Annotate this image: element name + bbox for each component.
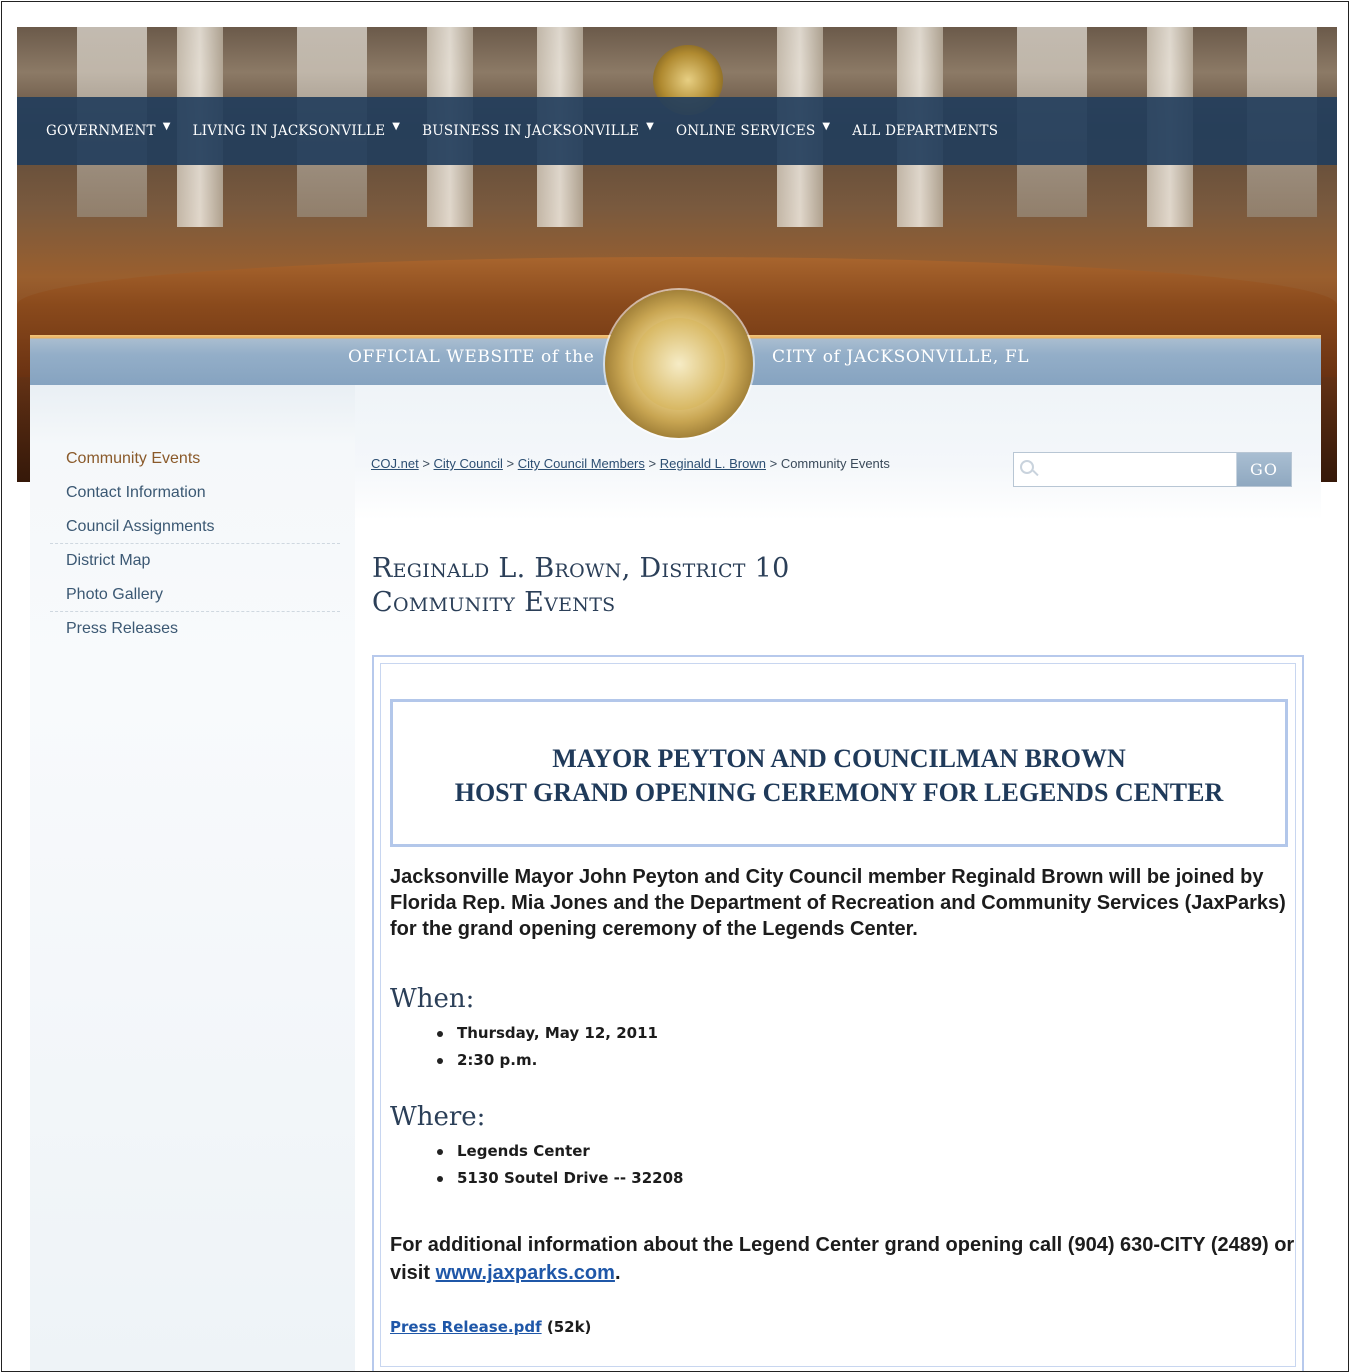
page-title: Reginald L. Brown, District 10 Community… xyxy=(372,552,790,620)
nav-government[interactable]: GOVERNMENT ▼ xyxy=(46,120,171,140)
nav-living[interactable]: LIVING IN JACKSONVILLE ▼ xyxy=(192,120,401,140)
article-intro: Jacksonville Mayor John Peyton and City … xyxy=(390,866,1286,940)
when-heading: When: xyxy=(390,984,475,1014)
headline-line1: MAYOR PEYTON AND COUNCILMAN BROWN xyxy=(552,744,1126,773)
banner-right-text: CITY of JACKSONVILLE, FL xyxy=(772,347,1030,367)
headline-box: MAYOR PEYTON AND COUNCILMAN BROWN HOST G… xyxy=(390,699,1288,847)
search-input[interactable] xyxy=(1040,457,1230,482)
press-release-download: Press Release.pdf (52k) xyxy=(390,1318,591,1336)
search-box: GO xyxy=(1013,452,1292,487)
headline-line2: HOST GRAND OPENING CEREMONY FOR LEGENDS … xyxy=(454,778,1224,807)
nav-label: LIVING IN JACKSONVILLE xyxy=(192,123,386,139)
caret-down-icon: ▼ xyxy=(646,120,654,132)
list-item: 5130 Soutel Drive -- 32208 xyxy=(437,1165,684,1192)
sidebar-item-district-map[interactable]: District Map xyxy=(50,544,340,578)
caret-down-icon: ▼ xyxy=(822,120,831,132)
nav-label: ALL DEPARTMENTS xyxy=(852,123,999,139)
breadcrumb-link[interactable]: COJ.net xyxy=(371,456,419,471)
browser-page: GOVERNMENT ▼ LIVING IN JACKSONVILLE ▼ BU… xyxy=(1,1,1349,1372)
nav-all-departments[interactable]: ALL DEPARTMENTS xyxy=(852,123,998,139)
sidebar-item-contact-information[interactable]: Contact Information xyxy=(50,476,340,510)
where-heading: Where: xyxy=(390,1102,486,1132)
nav-label: BUSINESS IN JACKSONVILLE xyxy=(422,123,640,139)
list-item: 2:30 p.m. xyxy=(437,1047,658,1074)
breadcrumb-separator: > xyxy=(422,456,430,471)
main-nav: GOVERNMENT ▼ LIVING IN JACKSONVILLE ▼ BU… xyxy=(17,97,1337,165)
breadcrumb-link[interactable]: City Council xyxy=(434,456,503,471)
jaxparks-link[interactable]: www.jaxparks.com xyxy=(436,1262,615,1284)
breadcrumb: COJ.net > City Council > City Council Me… xyxy=(371,456,890,471)
sidebar: Community Events Contact Information Cou… xyxy=(30,385,355,1371)
sidebar-item-photo-gallery[interactable]: Photo Gallery xyxy=(50,578,340,612)
when-list: Thursday, May 12, 2011 2:30 p.m. xyxy=(437,1020,658,1074)
main-content: COJ.net > City Council > City Council Me… xyxy=(355,385,1321,1371)
search-icon xyxy=(1020,460,1034,474)
breadcrumb-link[interactable]: Reginald L. Brown xyxy=(660,456,766,471)
banner-left-text: OFFICIAL WEBSITE of the xyxy=(348,347,595,367)
search-field xyxy=(1014,453,1236,486)
more-info: For additional information about the Leg… xyxy=(390,1231,1295,1287)
article-box: MAYOR PEYTON AND COUNCILMAN BROWN HOST G… xyxy=(372,655,1304,1371)
where-list: Legends Center 5130 Soutel Drive -- 3220… xyxy=(437,1138,684,1192)
page-title-line2: Community Events xyxy=(372,587,616,618)
nav-label: ONLINE SERVICES xyxy=(675,123,816,139)
page-title-line1: Reginald L. Brown, District 10 xyxy=(372,553,790,584)
breadcrumb-separator: > xyxy=(506,456,515,471)
sidebar-item-community-events[interactable]: Community Events xyxy=(50,442,340,476)
list-item: Legends Center xyxy=(437,1138,684,1165)
search-go-button[interactable]: GO xyxy=(1236,453,1291,486)
breadcrumb-separator: > xyxy=(648,456,657,471)
city-seal-icon xyxy=(605,290,753,438)
breadcrumb-current: Community Events xyxy=(780,456,890,471)
main-shell: OFFICIAL WEBSITE of the CITY of JACKSONV… xyxy=(30,290,1321,1371)
pdf-size: (52k) xyxy=(546,1318,592,1336)
nav-label: GOVERNMENT xyxy=(46,123,156,139)
nav-business[interactable]: BUSINESS IN JACKSONVILLE ▼ xyxy=(422,120,654,140)
sidebar-item-press-releases[interactable]: Press Releases xyxy=(50,612,340,646)
seal-center-icon xyxy=(633,318,725,410)
sidebar-item-council-assignments[interactable]: Council Assignments xyxy=(50,510,340,544)
sidebar-nav: Community Events Contact Information Cou… xyxy=(50,442,340,646)
article-inner: MAYOR PEYTON AND COUNCILMAN BROWN HOST G… xyxy=(380,663,1296,1367)
breadcrumb-separator: > xyxy=(769,456,778,471)
caret-down-icon: ▼ xyxy=(392,120,401,132)
caret-down-icon: ▼ xyxy=(162,120,171,132)
breadcrumb-link[interactable]: City Council Members xyxy=(518,456,645,471)
press-release-pdf-link[interactable]: Press Release.pdf xyxy=(390,1318,542,1336)
list-item: Thursday, May 12, 2011 xyxy=(437,1020,658,1047)
nav-online-services[interactable]: ONLINE SERVICES ▼ xyxy=(675,120,831,140)
more-info-end: . xyxy=(614,1262,621,1284)
